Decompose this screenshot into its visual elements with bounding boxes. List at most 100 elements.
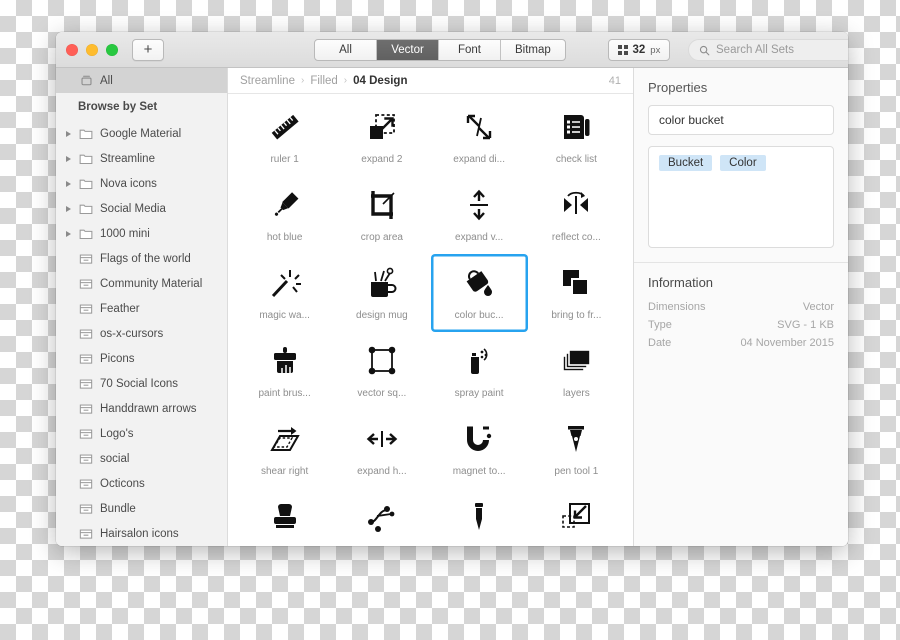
minimize-window-button[interactable] [86, 43, 98, 56]
sidebar-item-logos[interactable]: Logo's [56, 421, 227, 446]
app-window: + All Vector Font Bitmap 32 px Search Al… [56, 32, 848, 546]
sidebar-item-all[interactable]: All [56, 68, 227, 93]
sidebar[interactable]: All Browse by Set Google Material Stream… [56, 68, 228, 546]
set-icon [78, 403, 94, 415]
sidebar-item-feather[interactable]: Feather [56, 296, 227, 321]
set-icon [78, 378, 94, 390]
paint-brush-icon [265, 341, 305, 381]
bezier-icon [362, 497, 402, 537]
icon-label: shear right [261, 466, 309, 477]
sidebar-group-label: 1000 mini [100, 227, 150, 240]
info-key: Dimensions [648, 301, 706, 313]
icon-cell[interactable]: vector sq... [333, 332, 430, 410]
icon-cell[interactable]: design mug [333, 254, 430, 332]
pen-tool-icon [556, 419, 596, 459]
icon-cell[interactable]: check list [528, 98, 625, 176]
bring-to-front-icon [556, 263, 596, 303]
sidebar-item-os-x-cursors[interactable]: os-x-cursors [56, 321, 227, 346]
icon-cell[interactable]: crop area [333, 176, 430, 254]
sidebar-item-bundle[interactable]: Bundle [56, 496, 227, 521]
spray-paint-icon [459, 341, 499, 381]
info-key: Date [648, 337, 672, 349]
set-icon [78, 253, 94, 265]
crop-area-icon [362, 185, 402, 225]
sidebar-item-label: Community Material [100, 277, 203, 290]
sidebar-item-octicons[interactable]: Octicons [56, 471, 227, 496]
icon-cell[interactable]: shear right [236, 410, 333, 488]
sidebar-item-community-material[interactable]: Community Material [56, 271, 227, 296]
icon-size-button[interactable]: 32 px [608, 39, 671, 61]
chevron-right-icon[interactable] [66, 155, 71, 162]
icon-cell[interactable]: expand h... [333, 410, 430, 488]
shear-right-icon [265, 419, 305, 459]
breadcrumb-item-current[interactable]: 04 Design [353, 75, 407, 87]
sidebar-group-label: Google Material [100, 127, 182, 140]
icon-count: 41 [608, 74, 621, 87]
icon-label: paint brus... [258, 388, 311, 399]
icon-name-input[interactable]: color bucket [648, 105, 834, 135]
icon-cell[interactable]: magic wa... [236, 254, 333, 332]
sidebar-item-social[interactable]: social [56, 446, 227, 471]
sidebar-group-nova-icons[interactable]: Nova icons [56, 171, 227, 196]
sidebar-item-handdrawn-arrows[interactable]: Handdrawn arrows [56, 396, 227, 421]
icon-label: check list [555, 154, 597, 165]
icon-label: expand v... [455, 232, 504, 243]
breadcrumb-item-filled[interactable]: Filled [310, 75, 337, 87]
icon-label: expand 2 [361, 154, 403, 165]
chevron-right-icon[interactable] [66, 205, 71, 212]
icon-cell[interactable]: pen tool 1 [528, 410, 625, 488]
icon-cell-color-bucket[interactable]: color buc... [431, 254, 528, 332]
icon-cell[interactable]: reflect co... [528, 176, 625, 254]
tags-field[interactable]: Bucket Color [648, 146, 834, 248]
tag-chip[interactable]: Bucket [659, 155, 713, 171]
sidebar-group-social-media[interactable]: Social Media [56, 196, 227, 221]
folder-icon [78, 202, 94, 215]
sidebar-item-label: Feather [100, 302, 140, 315]
add-button[interactable]: + [132, 38, 164, 61]
icon-cell[interactable] [236, 488, 333, 546]
expand-horizontal-icon [362, 419, 402, 459]
set-icon [78, 303, 94, 315]
information-section: Information Dimensions Vector Type SVG -… [634, 263, 848, 364]
search-field[interactable]: Search All Sets [688, 39, 848, 61]
icon-cell[interactable]: expand v... [431, 176, 528, 254]
icon-cell[interactable]: bring to fr... [528, 254, 625, 332]
filter-tab-vector[interactable]: Vector [377, 40, 439, 60]
sidebar-item-70-social-icons[interactable]: 70 Social Icons [56, 371, 227, 396]
icon-cell[interactable]: spray paint [431, 332, 528, 410]
sidebar-group-streamline[interactable]: Streamline [56, 146, 227, 171]
search-placeholder: Search All Sets [716, 44, 794, 56]
icon-cell[interactable]: expand di... [431, 98, 528, 176]
sidebar-group-google-material[interactable]: Google Material [56, 121, 227, 146]
icon-cell[interactable] [431, 488, 528, 546]
chevron-right-icon[interactable] [66, 130, 71, 137]
icon-cell[interactable]: layers [528, 332, 625, 410]
zoom-window-button[interactable] [106, 43, 118, 56]
breadcrumb-item-streamline[interactable]: Streamline [240, 75, 295, 87]
chevron-right-icon[interactable] [66, 180, 71, 187]
sidebar-group-1000-mini[interactable]: 1000 mini [56, 221, 227, 246]
sidebar-group-label: Social Media [100, 202, 166, 215]
icon-grid[interactable]: ruler 1 expand 2 expand di... check list… [228, 94, 633, 546]
sidebar-item-flags-of-the-world[interactable]: Flags of the world [56, 246, 227, 271]
filter-tab-all[interactable]: All [315, 40, 377, 60]
icon-cell[interactable] [528, 488, 625, 546]
icon-cell[interactable]: hot blue [236, 176, 333, 254]
sidebar-item-picons[interactable]: Picons [56, 346, 227, 371]
icon-cell[interactable]: paint brus... [236, 332, 333, 410]
type-filter-segmented-control[interactable]: All Vector Font Bitmap [314, 39, 566, 61]
icon-cell[interactable]: expand 2 [333, 98, 430, 176]
filter-tab-font[interactable]: Font [439, 40, 501, 60]
icon-cell[interactable]: ruler 1 [236, 98, 333, 176]
color-bucket-icon [459, 263, 499, 303]
sidebar-item-hairsalon-icons[interactable]: Hairsalon icons [56, 521, 227, 546]
tag-chip[interactable]: Color [720, 155, 766, 171]
icon-cell[interactable] [333, 488, 430, 546]
chevron-right-icon[interactable] [66, 230, 71, 237]
sidebar-group-label: Nova icons [100, 177, 157, 190]
close-window-button[interactable] [66, 43, 78, 56]
icon-cell[interactable]: magnet to... [431, 410, 528, 488]
filter-tab-bitmap[interactable]: Bitmap [501, 40, 565, 60]
